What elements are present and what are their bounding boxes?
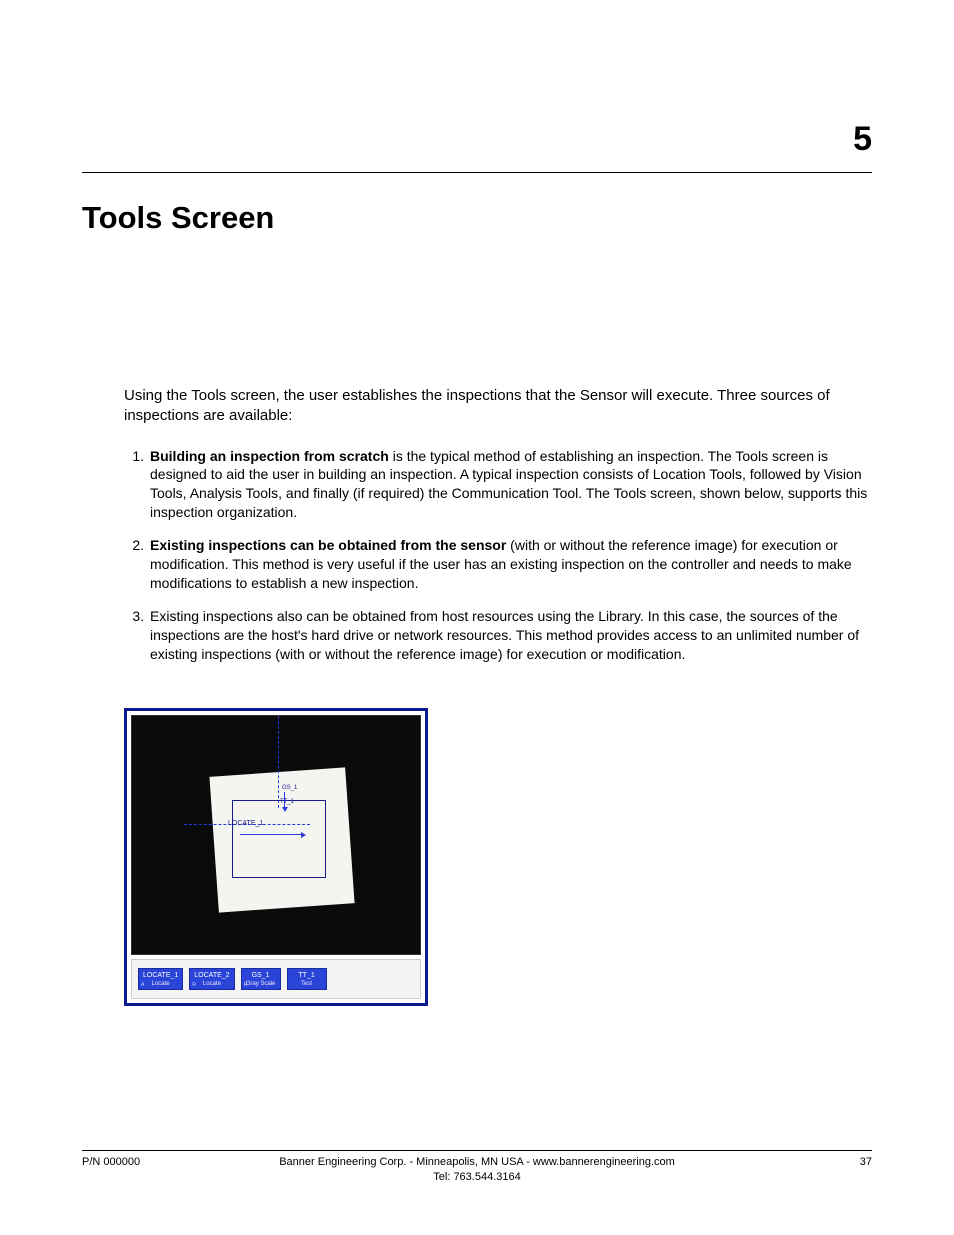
tool-strip: LOCATE_1 Locate A LOCATE_2 Locate R GS_1…	[131, 959, 421, 999]
tool-button-sub: Gray Scale	[246, 981, 276, 987]
tool-button-sub: Test	[292, 981, 322, 987]
bottom-rule	[82, 1150, 872, 1151]
source-item-1-bold: Building an inspection from scratch	[150, 448, 389, 464]
vertical-axis	[278, 716, 279, 808]
overlay-label-locate: LOCATE_1	[228, 820, 263, 827]
footer-part-number: P/N 000000	[82, 1155, 140, 1170]
page-title: Tools Screen	[82, 200, 872, 236]
source-item-2: Existing inspections can be obtained fro…	[148, 536, 872, 593]
footer-center-line2: Tel: 763.544.3164	[433, 1171, 520, 1183]
tool-button-corner: A	[141, 983, 144, 988]
footer-page-number: 37	[860, 1155, 872, 1170]
top-rule	[82, 172, 872, 173]
overlay-label-gs: GS_1	[282, 785, 297, 791]
main-content: Tools Screen Using the Tools screen, the…	[82, 200, 872, 1006]
roi-rectangle	[232, 800, 326, 878]
figure-image-area: LOCATE_1 GS_1 TT_1	[131, 715, 421, 955]
sources-list: Building an inspection from scratch is t…	[124, 447, 872, 664]
page-footer: P/N 000000 Banner Engineering Corp. - Mi…	[82, 1155, 872, 1185]
tool-button-gs-1[interactable]: GS_1 Gray Scale R	[241, 968, 281, 990]
footer-center-line1: Banner Engineering Corp. - Minneapolis, …	[279, 1156, 675, 1168]
tool-button-locate-1[interactable]: LOCATE_1 Locate A	[138, 968, 183, 990]
tool-button-label: GS_1	[252, 972, 270, 979]
source-item-2-bold: Existing inspections can be obtained fro…	[150, 537, 506, 553]
tool-button-sub: Locate	[194, 981, 229, 987]
tool-button-label: LOCATE_1	[143, 972, 178, 979]
chapter-number: 5	[853, 120, 872, 159]
source-item-1: Building an inspection from scratch is t…	[148, 447, 872, 523]
tool-button-label: LOCATE_2	[194, 972, 229, 979]
tool-button-sub: Locate	[143, 981, 178, 987]
overlay-label-tt: TT_1	[280, 799, 294, 805]
source-item-3: Existing inspections also can be obtaine…	[148, 607, 872, 664]
source-item-3-text: Existing inspections also can be obtaine…	[150, 608, 859, 662]
tool-button-tt-1[interactable]: TT_1 Test	[287, 968, 327, 990]
tool-button-corner: R	[244, 983, 248, 988]
tools-screen-figure: LOCATE_1 GS_1 TT_1 LOCATE_1 Locate A LOC…	[124, 708, 428, 1006]
tool-button-corner: R	[192, 983, 196, 988]
tool-button-label: TT_1	[298, 972, 314, 979]
horizontal-arrow	[240, 834, 302, 835]
tool-button-locate-2[interactable]: LOCATE_2 Locate R	[189, 968, 234, 990]
intro-paragraph: Using the Tools screen, the user establi…	[124, 386, 872, 427]
